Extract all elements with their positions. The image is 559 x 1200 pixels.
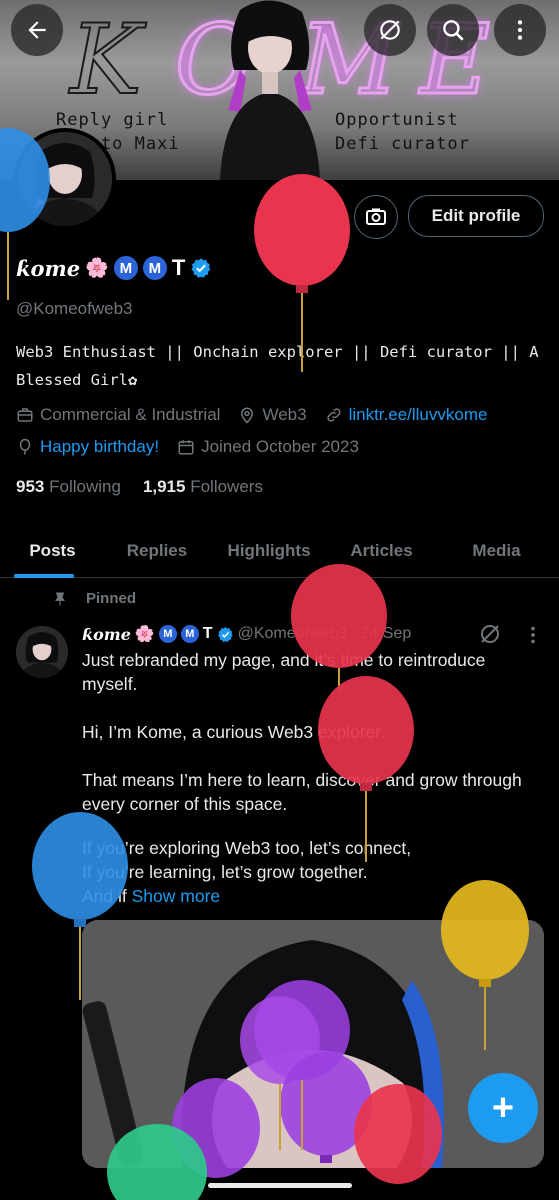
search-icon bbox=[443, 20, 464, 41]
back-button[interactable] bbox=[11, 4, 63, 56]
calendar-icon bbox=[178, 440, 194, 455]
post-image[interactable] bbox=[82, 920, 544, 1168]
tab-posts[interactable]: Posts bbox=[0, 525, 105, 578]
verified-badge-icon[interactable] bbox=[190, 257, 212, 279]
banner-text-right-2: Defi curator bbox=[335, 134, 470, 154]
post-line-grow: If you’re learning, let’s grow together. bbox=[82, 862, 368, 882]
mute-notifications-button[interactable] bbox=[364, 4, 416, 56]
profile-meta-row-1: Commercial & Industrial Web3 linktr.ee/l… bbox=[16, 405, 499, 425]
profile-tabs: Posts Replies Highlights Articles Media bbox=[0, 525, 559, 578]
m-badge-1: M bbox=[113, 256, 138, 280]
show-more-link[interactable]: Show more bbox=[132, 886, 221, 906]
post-anime-image bbox=[82, 920, 544, 1168]
back-arrow-icon bbox=[28, 21, 46, 39]
tab-highlights[interactable]: Highlights bbox=[209, 525, 329, 577]
post-header: ƙome 🌸 M M T @Komeofweb3 · 24 Sep bbox=[82, 624, 411, 644]
website-item[interactable]: linktr.ee/lluvvkome bbox=[325, 405, 488, 425]
search-button[interactable] bbox=[427, 4, 479, 56]
profile-handle: @Komeofweb3 bbox=[16, 299, 133, 318]
post-paragraph-3: That means I’m here to learn, discover a… bbox=[82, 770, 522, 814]
following-count: 953 bbox=[16, 477, 45, 496]
tab-replies[interactable]: Replies bbox=[105, 525, 209, 577]
post-date[interactable]: 24 Sep bbox=[361, 625, 412, 643]
link-icon bbox=[326, 408, 341, 422]
post-author-avatar[interactable] bbox=[16, 626, 68, 678]
profile-bio: Web3 Enthusiast || Onchain explorer || D… bbox=[16, 343, 539, 389]
profile-location: Web3 bbox=[262, 405, 307, 424]
post-paragraph-1: Just rebranded my page, and it’s time to… bbox=[82, 650, 486, 694]
birthday-link[interactable]: Happy birthday! bbox=[40, 437, 159, 457]
post-verified-icon bbox=[217, 626, 233, 642]
cherry-blossom-emoji: 🌸 bbox=[85, 258, 109, 279]
tab-articles[interactable]: Articles bbox=[329, 525, 434, 577]
post-more-icon[interactable] bbox=[524, 624, 542, 646]
no-entry-icon bbox=[380, 20, 400, 40]
pinned-indicator: Pinned bbox=[52, 590, 136, 607]
edit-profile-button[interactable]: Edit profile bbox=[408, 195, 544, 237]
post-author-handle[interactable]: @Komeofweb3 bbox=[238, 625, 348, 643]
camera-icon bbox=[366, 208, 386, 225]
m-badge-2: M bbox=[142, 256, 167, 280]
post-line-connect: If you’re exploring Web3 too, let’s conn… bbox=[82, 838, 412, 858]
post-author-emoji: 🌸 bbox=[134, 626, 155, 643]
balloon-icon bbox=[19, 438, 31, 455]
following-label: Following bbox=[49, 477, 121, 496]
pinned-label: Pinned bbox=[86, 590, 137, 607]
followers-label: Followers bbox=[190, 477, 263, 496]
post-line-andif: And if bbox=[82, 886, 127, 906]
joined-item: Joined October 2023 bbox=[177, 437, 359, 457]
post-paragraph-2: Hi, I’m Kome, a curious Web3 explorer. bbox=[82, 722, 386, 742]
more-vertical-icon bbox=[517, 20, 523, 40]
post-m-badge-2: M bbox=[180, 625, 199, 643]
post-m-badge-1: M bbox=[158, 625, 177, 643]
briefcase-icon bbox=[17, 408, 33, 422]
profile-category: Commercial & Industrial bbox=[40, 405, 221, 424]
post-avatar-image bbox=[16, 626, 68, 678]
location-item: Web3 bbox=[238, 405, 307, 425]
name-letter-t: T bbox=[171, 255, 186, 280]
plus-icon: + bbox=[491, 1087, 515, 1129]
compose-post-button[interactable]: + bbox=[468, 1073, 538, 1143]
banner-text-right-1: Opportunist bbox=[335, 110, 459, 130]
profile-website-link[interactable]: linktr.ee/lluvvkome bbox=[349, 405, 488, 425]
profile-avatar[interactable] bbox=[14, 128, 116, 230]
category-item: Commercial & Industrial bbox=[16, 405, 220, 425]
followers-stat[interactable]: 1,915 Followers bbox=[143, 477, 263, 497]
birthday-item[interactable]: Happy birthday! bbox=[16, 437, 159, 457]
avatar-anime-image bbox=[18, 132, 112, 226]
more-options-button[interactable] bbox=[494, 4, 546, 56]
follow-stats: 953 Following 1,915 Followers bbox=[16, 477, 263, 497]
post-author-name[interactable]: ƙome bbox=[82, 625, 131, 644]
post-separator: · bbox=[351, 625, 357, 642]
banner-letter-k: K bbox=[69, 4, 143, 116]
profile-name-row: ƙome 🌸 M M T bbox=[16, 254, 212, 282]
banner-anime-figure bbox=[220, 0, 320, 180]
profile-meta-row-2: Happy birthday! Joined October 2023 bbox=[16, 437, 371, 457]
following-stat[interactable]: 953 Following bbox=[16, 477, 121, 497]
gesture-home-bar[interactable] bbox=[208, 1183, 352, 1188]
post-grok-icon[interactable] bbox=[478, 622, 502, 646]
tab-media[interactable]: Media bbox=[434, 525, 559, 577]
media-capture-button[interactable] bbox=[354, 195, 398, 239]
display-name: ƙome bbox=[16, 255, 81, 281]
post-text[interactable]: Just rebranded my page, and it’s time to… bbox=[82, 648, 542, 908]
location-pin-icon bbox=[241, 407, 254, 424]
post-author-letter: T bbox=[202, 625, 213, 642]
joined-date: Joined October 2023 bbox=[201, 437, 359, 456]
pin-icon bbox=[55, 592, 65, 606]
followers-count: 1,915 bbox=[142, 477, 186, 496]
